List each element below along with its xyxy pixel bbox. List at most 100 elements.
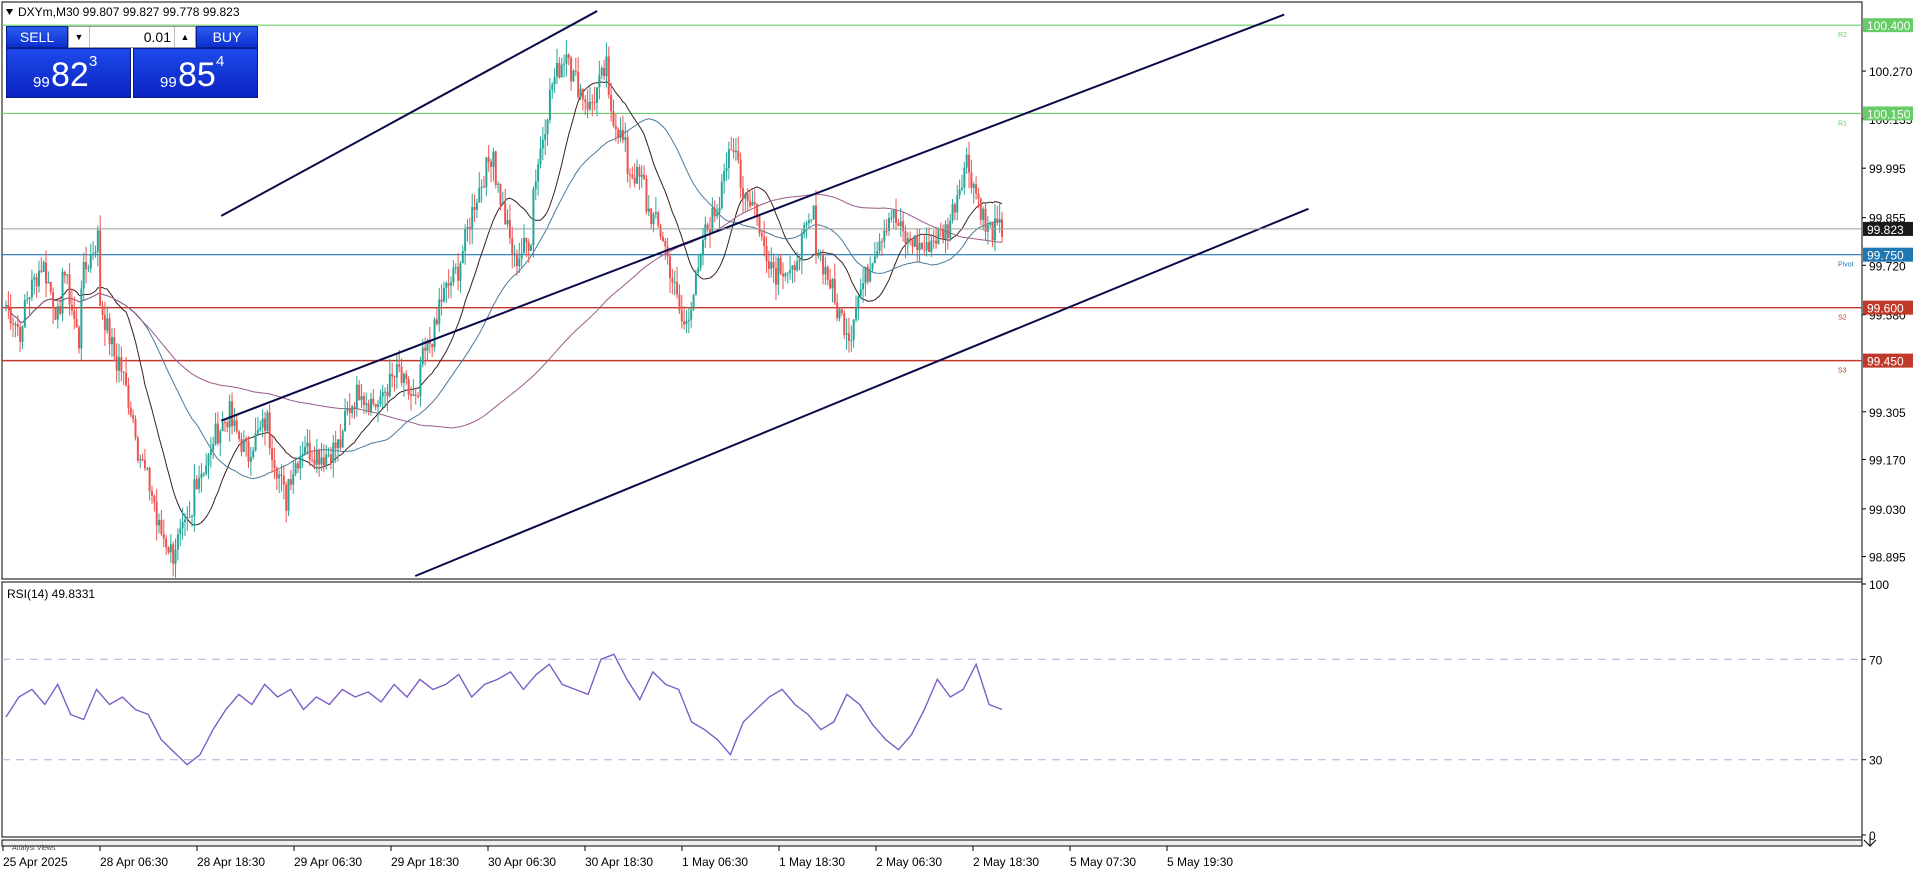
- analyst-views-panel[interactable]: [1, 839, 1863, 847]
- candle-body: [876, 251, 879, 257]
- candle-body: [600, 67, 603, 76]
- lot-size-input[interactable]: 0.01: [91, 27, 171, 47]
- time-tick-label: 2 May 18:30: [973, 855, 1039, 869]
- candle-body: [473, 207, 476, 210]
- candle-body: [181, 522, 184, 529]
- candle-body: [45, 262, 48, 284]
- candle-body: [23, 300, 26, 327]
- lot-size-field[interactable]: ▼ 0.01 ▲: [68, 26, 196, 48]
- buy-price-button[interactable]: 99 85 4: [133, 48, 258, 98]
- candle-body: [374, 404, 377, 407]
- candle-body: [753, 202, 756, 204]
- candle-body: [115, 356, 118, 371]
- candle-body: [657, 212, 660, 226]
- candle-body: [482, 186, 485, 188]
- svg-text:99.823: 99.823: [1867, 223, 1904, 237]
- candle-body: [866, 266, 869, 282]
- candle-body: [80, 288, 83, 349]
- lot-increase-icon[interactable]: ▲: [174, 27, 195, 47]
- candle-body: [304, 446, 307, 454]
- candle-body: [313, 459, 316, 465]
- candle-body: [796, 261, 799, 271]
- candle-body: [958, 189, 961, 196]
- candle-body: [763, 236, 766, 247]
- candle-body: [678, 294, 681, 311]
- candle-body: [259, 427, 262, 430]
- time-tick-label: 28 Apr 18:30: [197, 855, 265, 869]
- candle-body: [419, 364, 422, 397]
- candle-body: [789, 269, 792, 274]
- sell-price-button[interactable]: 99 82 3: [6, 48, 131, 98]
- candle-body: [231, 401, 234, 427]
- lot-decrease-icon[interactable]: ▼: [69, 27, 90, 47]
- candle-body: [110, 336, 113, 345]
- level-label-pivot: Pivot: [1838, 262, 1854, 269]
- candle-body: [814, 205, 817, 256]
- candle-body: [511, 238, 514, 254]
- candle-body: [106, 318, 109, 331]
- level-label-s2: S2: [1838, 315, 1847, 322]
- candle-body: [37, 270, 40, 287]
- candle-body: [52, 292, 55, 309]
- candle-body: [499, 183, 502, 205]
- candle-body: [777, 257, 780, 285]
- candle-body: [751, 202, 754, 206]
- candle-body: [638, 167, 641, 177]
- time-tick-label: 5 May 19:30: [1167, 855, 1233, 869]
- candle-body: [956, 195, 959, 213]
- candle-body: [640, 174, 643, 177]
- candle-body: [475, 202, 478, 210]
- candle-body: [812, 205, 815, 220]
- candle-body: [256, 429, 259, 434]
- candle-body: [654, 212, 657, 215]
- candle-body: [862, 283, 865, 290]
- candle-body: [289, 479, 292, 485]
- candle-body: [89, 254, 92, 269]
- candle-body: [75, 318, 78, 328]
- candle-body: [880, 241, 883, 243]
- candle-body: [532, 188, 535, 246]
- sell-label: SELL: [19, 29, 55, 45]
- candle-body: [334, 442, 337, 449]
- candle-body: [756, 203, 759, 216]
- candle-body: [951, 204, 954, 221]
- candle-body: [174, 549, 177, 564]
- candle-body: [661, 236, 664, 242]
- one-click-trading-panel: SELL ▼ 0.01 ▲ BUY 99 82 3 99 85 4: [6, 26, 258, 98]
- candle-body: [120, 357, 123, 372]
- candle-body: [725, 167, 728, 171]
- candle-body: [859, 289, 862, 297]
- candle-body: [228, 401, 231, 428]
- candle-body: [977, 193, 980, 199]
- candle-body: [810, 219, 813, 221]
- candle-body: [136, 437, 139, 461]
- candle-body: [205, 465, 208, 474]
- candle-body: [315, 450, 318, 465]
- candle-body: [337, 439, 339, 449]
- candle-body: [603, 67, 606, 77]
- candle-body: [372, 398, 375, 405]
- sell-button[interactable]: SELL: [6, 26, 68, 48]
- candle-body: [718, 208, 721, 214]
- candle-body: [996, 218, 999, 223]
- candle-body: [605, 56, 608, 77]
- rsi-panel[interactable]: [1, 581, 1863, 838]
- candle-body: [367, 403, 370, 412]
- chart-canvas[interactable]: DXYm,M30 99.807 99.827 99.778 99.823 R2 R…: [0, 0, 1916, 874]
- buy-button[interactable]: BUY: [196, 26, 258, 48]
- candle-body: [833, 278, 836, 303]
- candle-body: [798, 259, 801, 262]
- candle-body: [925, 242, 928, 251]
- main-price-panel[interactable]: [1, 1, 1863, 580]
- candle-body: [515, 253, 518, 267]
- analyst-views-tab[interactable]: Analyst Views: [12, 845, 56, 852]
- candle-body: [113, 336, 116, 357]
- candle-body: [749, 201, 752, 206]
- candle-body: [87, 268, 90, 270]
- candle-body: [339, 439, 342, 448]
- candle-body: [567, 54, 570, 58]
- candle-body: [982, 208, 985, 220]
- candle-body: [713, 208, 716, 217]
- candle-body: [621, 129, 624, 140]
- candle-body: [273, 460, 276, 469]
